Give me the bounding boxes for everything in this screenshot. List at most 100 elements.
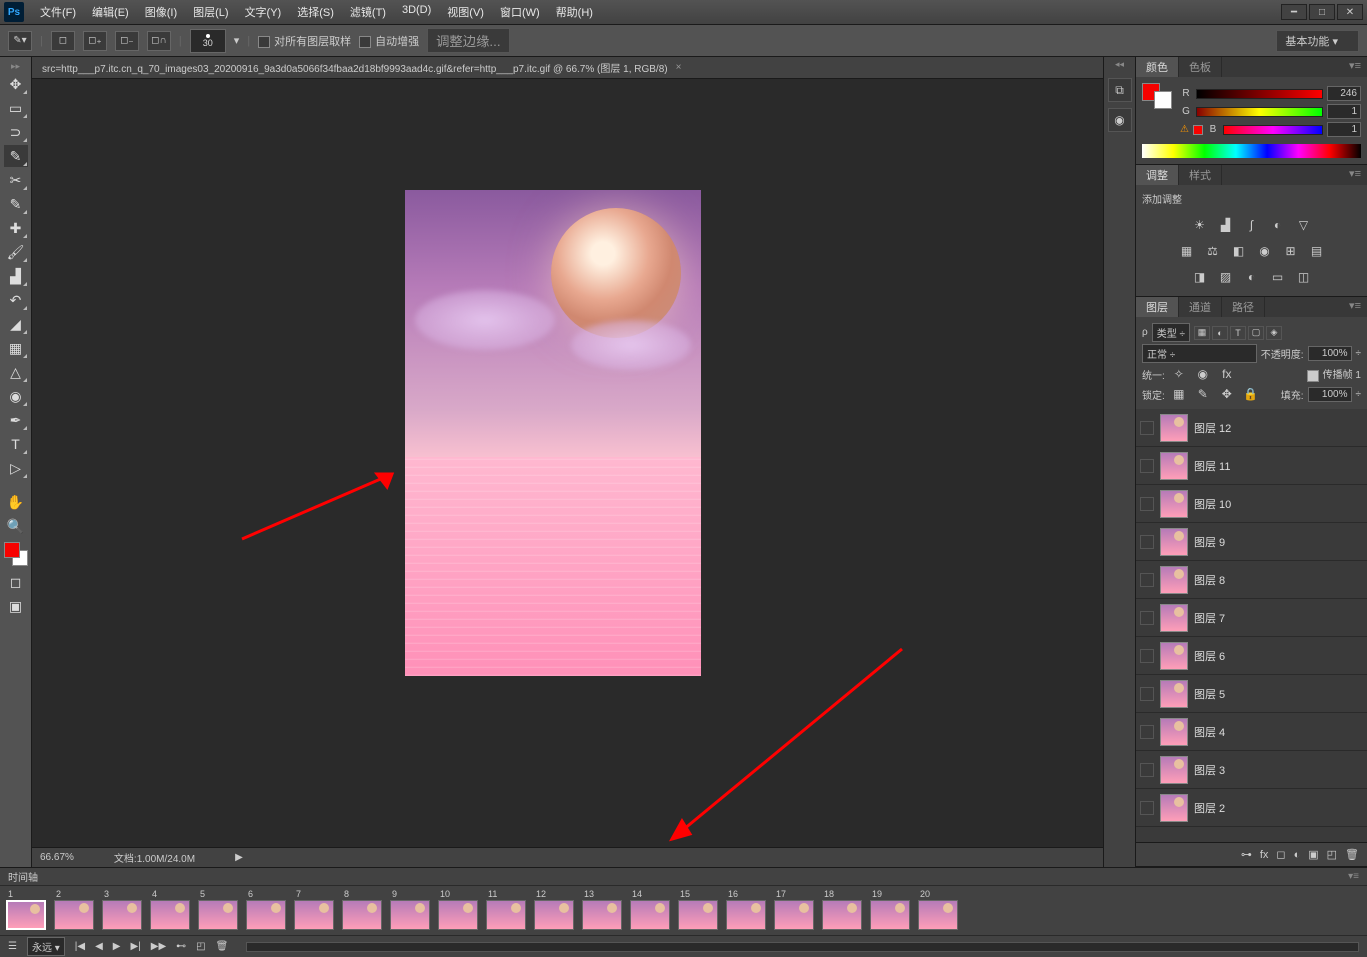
timeline-frame[interactable]: 17 bbox=[774, 889, 818, 930]
menu-文件[interactable]: 文件(F) bbox=[32, 1, 84, 23]
layer-thumbnail[interactable] bbox=[1160, 642, 1188, 670]
filter-smart-icon[interactable]: ◈ bbox=[1266, 326, 1282, 340]
photo-filter-icon[interactable]: ◉ bbox=[1255, 242, 1275, 260]
selection-intersect-icon[interactable]: ◻∩ bbox=[147, 31, 171, 51]
first-frame-icon[interactable]: |◀ bbox=[75, 941, 85, 952]
close-button[interactable]: ✕ bbox=[1337, 4, 1363, 20]
timeline-frame[interactable]: 6 bbox=[246, 889, 290, 930]
group-icon[interactable]: ▣ bbox=[1308, 848, 1318, 861]
layer-filter-kind[interactable]: 类型 ÷ bbox=[1152, 323, 1190, 342]
timeline-frame[interactable]: 19 bbox=[870, 889, 914, 930]
layer-fx-icon[interactable]: fx bbox=[1260, 849, 1269, 861]
lock-pixel-icon[interactable]: ✎ bbox=[1193, 385, 1213, 403]
menu-帮助[interactable]: 帮助(H) bbox=[548, 1, 601, 23]
layer-thumbnail[interactable] bbox=[1160, 490, 1188, 518]
timeline-frame[interactable]: 10 bbox=[438, 889, 482, 930]
last-frame-icon[interactable]: ▶▶ bbox=[151, 941, 166, 952]
b-value[interactable]: 1 bbox=[1327, 122, 1361, 137]
timeline-frame[interactable]: 15 bbox=[678, 889, 722, 930]
tool-preset-icon[interactable]: ✎▾ bbox=[8, 31, 32, 51]
move-tool[interactable]: ✥ bbox=[4, 73, 28, 95]
layer-thumbnail[interactable] bbox=[1160, 718, 1188, 746]
menu-滤镜[interactable]: 滤镜(T) bbox=[342, 1, 394, 23]
frame-thumbnail[interactable] bbox=[54, 900, 94, 930]
panel-menu-icon[interactable]: ▾≡ bbox=[1348, 871, 1359, 882]
tab-swatches[interactable]: 色板 bbox=[1179, 57, 1222, 77]
layer-row[interactable]: 图层 5 bbox=[1136, 675, 1367, 713]
link-layers-icon[interactable]: ⊶ bbox=[1241, 848, 1252, 861]
foreground-color[interactable] bbox=[4, 542, 20, 558]
tab-paths[interactable]: 路径 bbox=[1222, 297, 1265, 317]
timeline-frame[interactable]: 2 bbox=[54, 889, 98, 930]
brush-preview[interactable]: 30 bbox=[190, 29, 226, 53]
timeline-frame[interactable]: 18 bbox=[822, 889, 866, 930]
eyedropper-tool[interactable]: ✎ bbox=[4, 193, 28, 215]
opacity-input[interactable]: 100% bbox=[1308, 346, 1352, 361]
selective-color-icon[interactable]: ◫ bbox=[1294, 268, 1314, 286]
color-lookup-icon[interactable]: ▤ bbox=[1307, 242, 1327, 260]
frame-thumbnail[interactable] bbox=[726, 900, 766, 930]
gradient-tool[interactable]: ▦ bbox=[4, 337, 28, 359]
balance-icon[interactable]: ⚖ bbox=[1203, 242, 1223, 260]
vibrance-icon[interactable]: ▽ bbox=[1294, 216, 1314, 234]
frame-thumbnail[interactable] bbox=[294, 900, 334, 930]
frame-thumbnail[interactable] bbox=[390, 900, 430, 930]
tab-color[interactable]: 颜色 bbox=[1136, 57, 1179, 77]
quick-select-tool[interactable]: ✎ bbox=[4, 145, 28, 167]
new-layer-icon[interactable]: ◰ bbox=[1327, 848, 1337, 861]
unify-style-icon[interactable]: fx bbox=[1217, 365, 1237, 383]
menu-视图[interactable]: 视图(V) bbox=[439, 1, 492, 23]
loop-select[interactable]: 永远 ▾ bbox=[27, 937, 65, 956]
history-panel-icon[interactable]: ⧉ bbox=[1108, 78, 1132, 102]
propagate-checkbox[interactable] bbox=[1307, 370, 1319, 382]
tween-icon[interactable]: ⊷ bbox=[176, 941, 186, 952]
maximize-button[interactable]: □ bbox=[1309, 4, 1335, 20]
timeline-frame[interactable]: 9 bbox=[390, 889, 434, 930]
frame-thumbnail[interactable] bbox=[774, 900, 814, 930]
delete-frame-icon[interactable]: 🗑 bbox=[216, 941, 229, 952]
zoom-tool[interactable]: 🔍 bbox=[4, 515, 28, 537]
fill-input[interactable]: 100% bbox=[1308, 387, 1352, 402]
timeline-frame[interactable]: 5 bbox=[198, 889, 242, 930]
status-arrow-icon[interactable]: ▶ bbox=[235, 852, 243, 863]
timeline-frame[interactable]: 4 bbox=[150, 889, 194, 930]
visibility-toggle[interactable] bbox=[1140, 421, 1154, 435]
quick-mask-icon[interactable]: ◻ bbox=[4, 571, 28, 593]
timeline-frame[interactable]: 13 bbox=[582, 889, 626, 930]
filter-pixel-icon[interactable]: ▦ bbox=[1194, 326, 1210, 340]
zoom-level[interactable]: 66.67% bbox=[40, 852, 74, 863]
layer-row[interactable]: 图层 11 bbox=[1136, 447, 1367, 485]
channel-mixer-icon[interactable]: ⊞ bbox=[1281, 242, 1301, 260]
g-value[interactable]: 1 bbox=[1327, 104, 1361, 119]
timeline-frame[interactable]: 14 bbox=[630, 889, 674, 930]
menu-窗口[interactable]: 窗口(W) bbox=[492, 1, 548, 23]
tab-channels[interactable]: 通道 bbox=[1179, 297, 1222, 317]
tab-styles[interactable]: 样式 bbox=[1179, 165, 1222, 185]
panel-menu-icon[interactable]: ▾≡ bbox=[1343, 165, 1367, 185]
filter-adjust-icon[interactable]: ◐ bbox=[1212, 326, 1228, 340]
timeline-frame[interactable]: 7 bbox=[294, 889, 338, 930]
frame-thumbnail[interactable] bbox=[102, 900, 142, 930]
close-tab-icon[interactable]: × bbox=[676, 62, 682, 73]
frame-thumbnail[interactable] bbox=[822, 900, 862, 930]
frames-strip[interactable]: 1234567891011121314151617181920 bbox=[0, 886, 1367, 933]
color-picker[interactable] bbox=[4, 542, 28, 566]
timeline-menu-icon[interactable]: ☰ bbox=[8, 941, 17, 952]
timeline-frame[interactable]: 8 bbox=[342, 889, 386, 930]
layer-mask-icon[interactable]: ◻ bbox=[1276, 848, 1285, 861]
history-brush-tool[interactable]: ↶ bbox=[4, 289, 28, 311]
eraser-tool[interactable]: ◢ bbox=[4, 313, 28, 335]
visibility-toggle[interactable] bbox=[1140, 801, 1154, 815]
canvas-viewport[interactable] bbox=[32, 79, 1103, 847]
r-value[interactable]: 246 bbox=[1327, 86, 1361, 101]
r-slider[interactable] bbox=[1196, 89, 1323, 99]
frame-thumbnail[interactable] bbox=[486, 900, 526, 930]
frame-thumbnail[interactable] bbox=[150, 900, 190, 930]
layer-row[interactable]: 图层 2 bbox=[1136, 789, 1367, 827]
play-icon[interactable]: ▶ bbox=[113, 941, 121, 952]
levels-icon[interactable]: ▟ bbox=[1216, 216, 1236, 234]
timeline-frame[interactable]: 16 bbox=[726, 889, 770, 930]
brightness-icon[interactable]: ☀ bbox=[1190, 216, 1210, 234]
frame-thumbnail[interactable] bbox=[342, 900, 382, 930]
hand-tool[interactable]: ✋ bbox=[4, 491, 28, 513]
